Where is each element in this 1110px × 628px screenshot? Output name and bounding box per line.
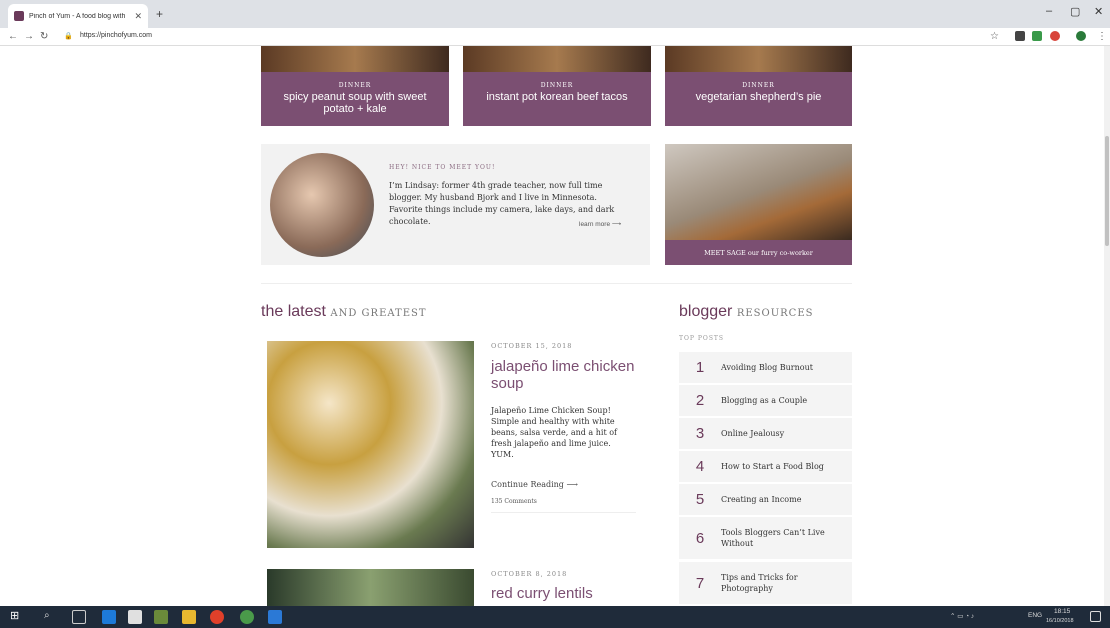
top-post-number: 2 — [695, 392, 705, 409]
sage-label: MEET SAGE our furry co-worker — [665, 240, 852, 265]
search-icon[interactable]: ⌕ — [44, 610, 58, 624]
edge-icon[interactable] — [102, 610, 116, 624]
top-post-title: Online Jealousy — [721, 429, 785, 438]
new-tab-button[interactable]: + — [156, 7, 163, 21]
profile-avatar[interactable] — [1076, 31, 1086, 41]
back-icon[interactable]: ← — [8, 31, 18, 42]
top-post-title: How to Start a Food Blog — [721, 462, 824, 471]
about-greeting: HEY! NICE TO MEET YOU! — [389, 164, 496, 171]
about-box: HEY! NICE TO MEET YOU! I’m Lindsay: form… — [261, 144, 650, 265]
top-post-item[interactable]: 1 Avoiding Blog Burnout — [679, 352, 852, 383]
top-post-item[interactable]: 3 Online Jealousy — [679, 418, 852, 449]
recipe-category: DINNER — [540, 82, 574, 89]
divider — [261, 283, 852, 284]
app-icon[interactable] — [268, 610, 282, 624]
post-image[interactable] — [267, 569, 474, 606]
forward-icon[interactable]: → — [24, 31, 34, 42]
top-post-number: 3 — [695, 425, 705, 442]
top-post-title: Creating an Income — [721, 495, 802, 504]
top-post-number: 7 — [695, 574, 705, 592]
lock-icon: 🔒 — [64, 33, 73, 40]
dog-photo — [665, 144, 852, 240]
top-post-title: Tips and Tricks for Photography — [721, 573, 798, 593]
recipe-image — [261, 46, 449, 72]
recipe-name: instant pot korean beef tacos — [486, 91, 628, 103]
extension-icon[interactable] — [1015, 31, 1025, 41]
recipe-card[interactable]: DINNER instant pot korean beef tacos — [463, 46, 651, 126]
maximize-button[interactable]: ▢ — [1070, 5, 1080, 18]
author-photo — [270, 153, 374, 257]
learn-more-link[interactable]: learn more ⟶ — [579, 220, 621, 228]
notification-icon[interactable] — [1090, 611, 1101, 622]
post-excerpt: Jalapeño Lime Chicken Soup! Simple and h… — [491, 406, 617, 459]
address-bar: ← → ↻ 🔒 https://pinchofyum.com ☆ ⋮ — [0, 28, 1110, 46]
tab-strip: Pinch of Yum - A food blog with ✕ + – ▢ … — [0, 0, 1110, 28]
top-post-item[interactable]: 5 Creating an Income — [679, 484, 852, 515]
top-posts-label: TOP POSTS — [679, 335, 725, 342]
tray-icons[interactable]: ⌃ ▭ ◔ ♪ — [950, 612, 974, 620]
recipe-image — [665, 46, 852, 72]
close-window-button[interactable]: ✕ — [1094, 5, 1103, 18]
latest-heading: the latest AND GREATEST — [261, 303, 427, 320]
menu-dots-icon[interactable]: ⋮ — [1097, 31, 1107, 42]
post-date: OCTOBER 8, 2018 — [491, 570, 568, 578]
top-post-item[interactable]: 7 Tips and Tricks for Photography — [679, 562, 852, 604]
recipe-card[interactable]: DINNER vegetarian shepherd’s pie — [665, 46, 852, 126]
clock-date[interactable]: 16/10/2018 — [1046, 618, 1074, 624]
store-icon[interactable] — [128, 610, 142, 624]
resources-heading: blogger RESOURCES — [679, 303, 814, 320]
scrollbar[interactable] — [1104, 46, 1110, 606]
post-date: OCTOBER 15, 2018 — [491, 342, 573, 350]
scrollbar-thumb[interactable] — [1105, 136, 1109, 246]
task-view-icon[interactable] — [72, 610, 86, 624]
top-post-number: 5 — [695, 491, 705, 508]
bookmark-star-icon[interactable]: ☆ — [990, 31, 999, 42]
app-icon[interactable] — [154, 610, 168, 624]
top-post-number: 6 — [695, 529, 705, 547]
comments-link[interactable]: 135 Comments — [491, 498, 537, 505]
url-field[interactable]: https://pinchofyum.com — [80, 32, 152, 39]
post-title-link[interactable]: red curry lentils — [491, 585, 651, 602]
top-post-number: 1 — [695, 359, 705, 376]
top-post-title: Blogging as a Couple — [721, 396, 808, 405]
site-favicon-icon — [14, 11, 24, 21]
top-post-item[interactable]: 4 How to Start a Food Blog — [679, 451, 852, 482]
recipe-category: DINNER — [742, 82, 775, 89]
file-explorer-icon[interactable] — [182, 610, 196, 624]
browser-tab[interactable]: Pinch of Yum - A food blog with ✕ — [8, 4, 148, 28]
continue-reading-link[interactable]: Continue Reading ⟶ — [491, 480, 578, 489]
chrome-icon[interactable] — [210, 610, 224, 624]
top-post-number: 4 — [695, 458, 705, 475]
recipe-name: spicy peanut soup with sweet potato + ka… — [283, 91, 427, 115]
clock-time[interactable]: 18:15 — [1054, 608, 1070, 615]
windows-start-icon[interactable]: ⊞ — [10, 609, 24, 623]
recipe-image — [463, 46, 651, 72]
extension-icon[interactable] — [1032, 31, 1042, 41]
windows-taskbar: ⊞ ⌕ ⌃ ▭ ◔ ♪ ENG 18:15 16/10/2018 — [0, 606, 1110, 628]
extension-icon[interactable] — [1050, 31, 1060, 41]
recipe-card[interactable]: DINNER spicy peanut soup with sweet pota… — [261, 46, 449, 126]
recipe-name: vegetarian shepherd’s pie — [695, 91, 822, 103]
minimize-button[interactable]: – — [1046, 5, 1052, 17]
recipe-category: DINNER — [338, 82, 372, 89]
top-post-item[interactable]: 2 Blogging as a Couple — [679, 385, 852, 416]
post-image[interactable] — [267, 341, 474, 548]
divider — [491, 512, 636, 513]
post-title-link[interactable]: jalapeño lime chicken soup — [491, 358, 651, 392]
sage-card[interactable]: MEET SAGE our furry co-worker — [665, 144, 852, 265]
web-page: DINNER spicy peanut soup with sweet pota… — [0, 46, 1104, 606]
language-indicator[interactable]: ENG — [1028, 612, 1042, 619]
reload-icon[interactable]: ↻ — [40, 31, 48, 42]
top-post-item[interactable]: 6 Tools Bloggers Can’t Live Without — [679, 517, 852, 559]
top-post-title: Avoiding Blog Burnout — [721, 363, 813, 372]
close-tab-icon[interactable]: ✕ — [134, 11, 142, 22]
tab-title: Pinch of Yum - A food blog with — [29, 12, 126, 20]
app-icon[interactable] — [240, 610, 254, 624]
top-post-title: Tools Bloggers Can’t Live Without — [721, 528, 825, 548]
